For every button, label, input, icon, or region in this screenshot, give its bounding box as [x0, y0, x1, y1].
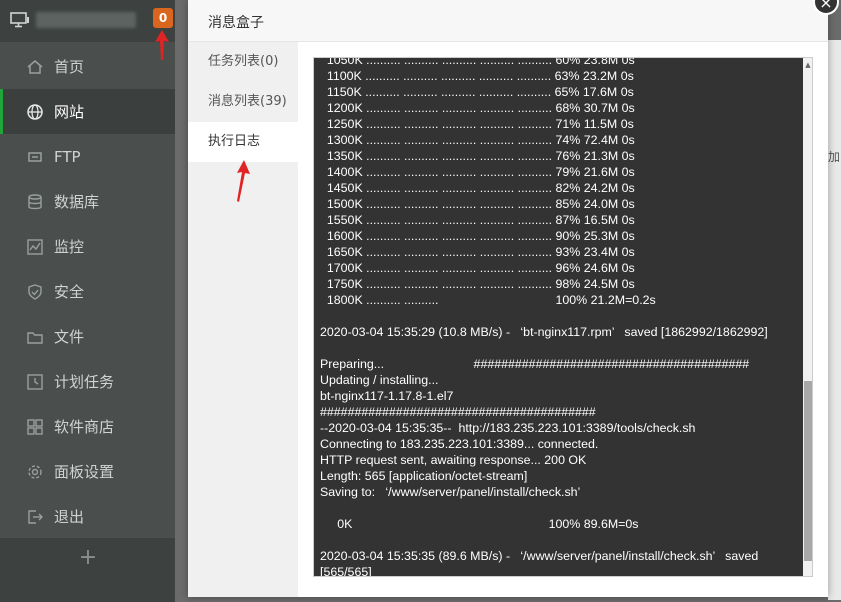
- server-name-blurred: [36, 12, 136, 28]
- sidebar-item-label: 软件商店: [54, 418, 115, 436]
- message-box-modal: 消息盒子 任务列表(0) 消息列表(39) 执行日志 1050K .......…: [188, 0, 828, 597]
- folder-icon: [26, 328, 44, 346]
- log-line: --2020-03-04 15:35:35-- http://183.235.2…: [320, 421, 696, 435]
- log-line: 1250K .......... .......... .......... .…: [320, 117, 634, 131]
- log-line: Connecting to 183.235.223.101:3389... co…: [320, 437, 599, 451]
- sidebar-item-ftp[interactable]: FTP: [0, 134, 175, 179]
- modal-header: 消息盒子: [188, 0, 828, 42]
- log-console[interactable]: 1050K .......... .......... .......... .…: [313, 57, 813, 577]
- background-page: 加: [828, 40, 841, 600]
- sidebar-item-database[interactable]: 数据库: [0, 179, 175, 224]
- log-line: 1400K .......... .......... .......... .…: [320, 165, 635, 179]
- tab-task-list[interactable]: 任务列表(0): [188, 42, 298, 82]
- log-line: 0K 100% 89.6M=0s: [320, 517, 639, 531]
- sidebar-item-label: 首页: [54, 58, 85, 76]
- console-scrollbar[interactable]: ▲: [803, 58, 812, 576]
- log-line: 1650K .......... .......... .......... .…: [320, 245, 635, 259]
- sidebar-item-label: 面板设置: [54, 463, 115, 481]
- log-line: Preparing... ###########################…: [320, 357, 750, 371]
- log-line: [565/565]: [320, 565, 372, 577]
- log-line: 1150K .......... .......... .......... .…: [320, 85, 634, 99]
- log-line: HTTP request sent, awaiting response... …: [320, 453, 587, 467]
- log-line: 1700K .......... .......... .......... .…: [320, 261, 635, 275]
- logout-icon: [26, 508, 44, 526]
- sidebar-item-label: 计划任务: [54, 373, 115, 391]
- home-icon: [26, 58, 44, 76]
- sidebar-item-store[interactable]: 软件商店: [0, 404, 175, 449]
- sidebar-nav: 首页 网站 FTP 数据库 监控 安全 文件 计划任务 软件商店 面板设置 退出: [0, 44, 175, 539]
- log-line: 2020-03-04 15:35:29 (10.8 MB/s) - ‘bt-ng…: [320, 325, 768, 339]
- sidebar-item-files[interactable]: 文件: [0, 314, 175, 359]
- sidebar-item-label: 监控: [54, 238, 85, 256]
- sidebar-item-home[interactable]: 首页: [0, 44, 175, 89]
- monitor-icon: [10, 11, 30, 29]
- sidebar-item-label: 网站: [54, 103, 85, 121]
- gear-icon: [26, 463, 44, 481]
- log-line: Updating / installing...: [320, 373, 439, 387]
- annotation-arrow-up-icon: [237, 160, 250, 202]
- sidebar-item-security[interactable]: 安全: [0, 269, 175, 314]
- globe-icon: [26, 103, 44, 121]
- log-line: 1100K .......... .......... .......... .…: [320, 69, 634, 83]
- sidebar-item-website[interactable]: 网站: [0, 89, 175, 134]
- shield-icon: [26, 283, 44, 301]
- database-icon: [26, 193, 44, 211]
- monitor-chart-icon: [26, 238, 44, 256]
- sidebar-item-label: 文件: [54, 328, 85, 346]
- ftp-icon: [26, 148, 44, 166]
- grid-icon: [26, 418, 44, 436]
- message-count-badge[interactable]: 0: [153, 8, 173, 28]
- log-line: 2020-03-04 15:35:35 (89.6 MB/s) - ‘/www/…: [320, 549, 759, 563]
- scroll-up-icon[interactable]: ▲: [803, 60, 812, 70]
- tab-execution-log[interactable]: 执行日志: [188, 122, 298, 162]
- sidebar-header: 0: [0, 0, 175, 42]
- log-line: 1750K .......... .......... .......... .…: [320, 277, 635, 291]
- clock-icon: [26, 373, 44, 391]
- log-line: 1500K .......... .......... .......... .…: [320, 197, 635, 211]
- log-line: 1450K .......... .......... .......... .…: [320, 181, 635, 195]
- sidebar-item-label: FTP: [54, 147, 81, 166]
- sidebar-item-cron[interactable]: 计划任务: [0, 359, 175, 404]
- log-line: 1600K .......... .......... .......... .…: [320, 229, 635, 243]
- scroll-thumb[interactable]: [804, 381, 812, 561]
- log-line: bt-nginx117-1.17.8-1.el7: [320, 389, 454, 403]
- sidebar-item-logout[interactable]: 退出: [0, 494, 175, 539]
- sidebar-item-label: 退出: [54, 508, 85, 526]
- log-line: 1550K .......... .......... .......... .…: [320, 213, 635, 227]
- modal-title: 消息盒子: [208, 15, 264, 31]
- log-line: 1800K .......... .......... 100% 21.2M=0…: [320, 293, 656, 307]
- background-peek-text: 加: [828, 150, 841, 164]
- log-line: 1200K .......... .......... .......... .…: [320, 101, 635, 115]
- log-line: 1300K .......... .......... .......... .…: [320, 133, 635, 147]
- log-line: Saving to: ‘/www/server/panel/install/ch…: [320, 485, 581, 499]
- log-line: 1350K .......... .......... .......... .…: [320, 149, 635, 163]
- modal-tabs: 任务列表(0) 消息列表(39) 执行日志: [188, 42, 298, 597]
- log-line: Length: 565 [application/octet-stream]: [320, 469, 528, 483]
- sidebar-item-settings[interactable]: 面板设置: [0, 449, 175, 494]
- sidebar-item-label: 安全: [54, 283, 85, 301]
- log-line: 1050K .......... .......... .......... .…: [320, 57, 635, 67]
- sidebar-item-label: 数据库: [54, 193, 100, 211]
- sidebar: 0 首页 网站 FTP 数据库 监控 安全 文件 计划任务 软件商店 面板设置 …: [0, 0, 175, 602]
- log-line: ########################################: [320, 405, 596, 419]
- log-text: 1050K .......... .......... .......... .…: [320, 57, 800, 577]
- sidebar-item-monitor[interactable]: 监控: [0, 224, 175, 269]
- annotation-arrow-up-icon: [155, 30, 169, 60]
- add-button[interactable]: +: [78, 547, 98, 569]
- tab-message-list[interactable]: 消息列表(39): [188, 82, 298, 122]
